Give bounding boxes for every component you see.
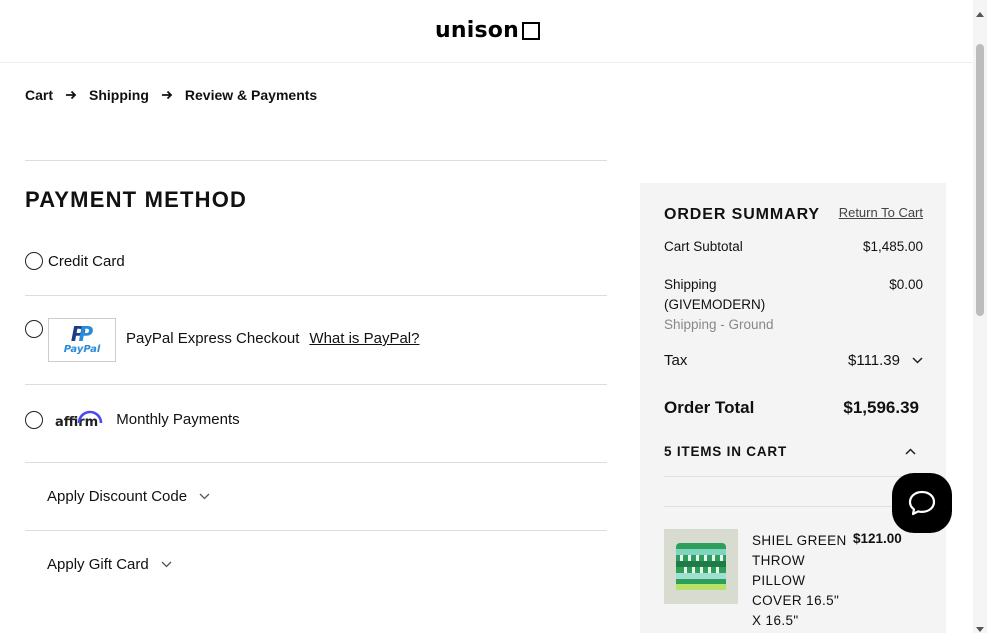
divider bbox=[25, 530, 607, 531]
affirm-radio[interactable] bbox=[25, 410, 43, 429]
credit-card-label: Credit Card bbox=[48, 252, 125, 270]
paypal-radio[interactable] bbox=[25, 320, 43, 338]
unison-logo[interactable]: unison bbox=[435, 16, 540, 44]
cart-subtotal-row: Cart Subtotal $1,485.00 bbox=[664, 239, 923, 254]
shipping-row: Shipping (GIVEMODERN) Shipping - Ground … bbox=[664, 275, 923, 335]
divider bbox=[25, 384, 607, 385]
divider bbox=[25, 160, 607, 161]
chevron-down-icon[interactable] bbox=[912, 357, 923, 364]
breadcrumb-shipping[interactable]: Shipping bbox=[89, 87, 149, 103]
paypal-label: PayPal Express Checkout bbox=[126, 330, 300, 347]
order-total-row: Order Total $1,596.39 bbox=[664, 398, 919, 418]
apply-gift-card-label: Apply Gift Card bbox=[47, 556, 149, 573]
what-is-paypal-link[interactable]: What is PayPal? bbox=[309, 330, 419, 347]
tax-row[interactable]: Tax $111.39 bbox=[664, 352, 923, 369]
tax-label: Tax bbox=[664, 352, 688, 369]
shipping-method: Shipping - Ground bbox=[664, 317, 774, 332]
shipping-value: $0.00 bbox=[889, 277, 923, 292]
item-name[interactable]: SHIEL GREEN THROW PILLOW COVER 16.5" X 1… bbox=[752, 531, 848, 631]
scroll-down-icon[interactable] bbox=[976, 620, 984, 633]
arrow-right-icon bbox=[65, 89, 77, 101]
order-total-value: $1,596.39 bbox=[843, 398, 919, 417]
order-summary-title: ORDER SUMMARY bbox=[664, 206, 820, 223]
affirm-logo: affirm bbox=[55, 409, 103, 430]
credit-card-option[interactable]: Credit Card bbox=[25, 252, 125, 270]
logo-text: unison bbox=[435, 17, 519, 43]
apply-gift-card-toggle[interactable]: Apply Gift Card bbox=[47, 556, 172, 573]
page-scrollbar[interactable] bbox=[973, 0, 987, 633]
affirm-label: Monthly Payments bbox=[116, 411, 240, 428]
items-in-cart-label: 5 ITEMS IN CART bbox=[664, 444, 788, 459]
paypal-wordmark: PayPal bbox=[63, 344, 101, 355]
divider bbox=[25, 295, 607, 296]
chevron-up-icon bbox=[905, 448, 916, 455]
arrow-right-icon bbox=[161, 89, 173, 101]
affirm-option[interactable]: affirm Monthly Payments bbox=[25, 409, 240, 430]
affirm-arc-icon bbox=[77, 410, 103, 424]
paypal-p-icon: PP bbox=[70, 322, 94, 346]
item-price: $121.00 bbox=[853, 531, 902, 546]
breadcrumb: Cart Shipping Review & Payments bbox=[25, 87, 317, 103]
breadcrumb-review-payments: Review & Payments bbox=[184, 87, 318, 103]
tax-value: $111.39 bbox=[848, 352, 900, 369]
divider bbox=[25, 462, 607, 463]
breadcrumb-cart[interactable]: Cart bbox=[25, 87, 53, 103]
payment-method-title: PAYMENT METHOD bbox=[25, 187, 248, 212]
credit-card-radio[interactable] bbox=[25, 252, 43, 270]
items-in-cart-toggle[interactable]: 5 ITEMS IN CART bbox=[664, 444, 916, 459]
return-to-cart-link[interactable]: Return To Cart bbox=[839, 205, 923, 220]
apply-discount-label: Apply Discount Code bbox=[47, 488, 188, 505]
subtotal-value: $1,485.00 bbox=[862, 239, 923, 254]
paypal-logo-text: PayPal bbox=[64, 344, 101, 356]
order-total-label: Order Total bbox=[664, 398, 755, 417]
chat-bubble-icon bbox=[907, 489, 937, 517]
chevron-down-icon bbox=[199, 493, 210, 500]
product-thumbnail[interactable] bbox=[664, 529, 738, 604]
chat-button[interactable] bbox=[892, 473, 952, 533]
paypal-option[interactable]: PP PayPal PayPal Express Checkout What i… bbox=[25, 318, 419, 362]
logo-square-icon bbox=[521, 22, 540, 40]
chevron-down-icon bbox=[161, 561, 172, 568]
apply-discount-toggle[interactable]: Apply Discount Code bbox=[47, 488, 210, 505]
shipping-label: Shipping bbox=[664, 277, 717, 292]
subtotal-label: Cart Subtotal bbox=[664, 239, 743, 254]
divider bbox=[664, 506, 922, 507]
scrollbar-thumb[interactable] bbox=[976, 44, 984, 316]
paypal-logo: PP PayPal bbox=[48, 318, 116, 362]
site-header: unison bbox=[0, 0, 973, 63]
shipping-code: (GIVEMODERN) bbox=[664, 297, 766, 312]
divider bbox=[664, 476, 922, 477]
order-summary-panel: ORDER SUMMARY Return To Cart Cart Subtot… bbox=[640, 183, 946, 633]
scroll-up-icon[interactable] bbox=[976, 4, 984, 22]
